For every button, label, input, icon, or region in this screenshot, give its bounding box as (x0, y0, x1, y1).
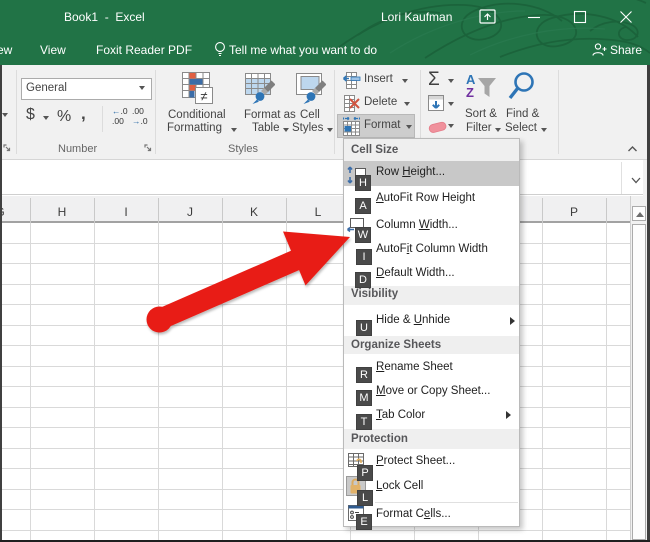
svg-text:≠: ≠ (200, 89, 207, 104)
